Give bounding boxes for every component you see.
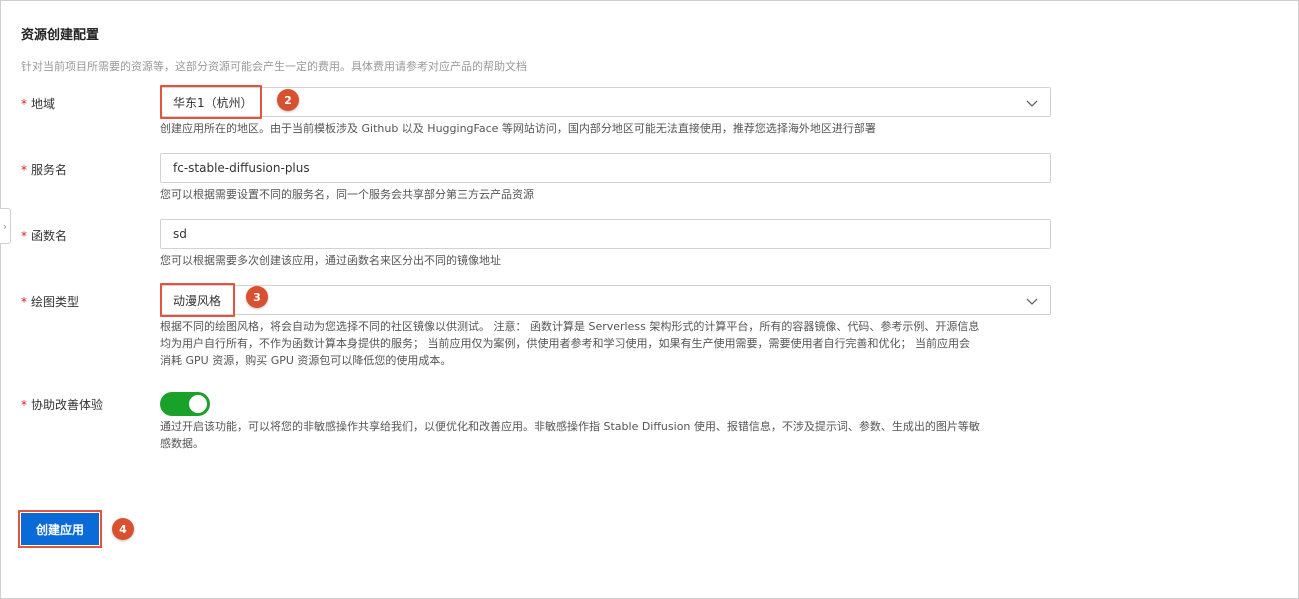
service-help: 您可以根据需要设置不同的服务名，同一个服务会共享部分第三方云产品资源 [160, 188, 534, 201]
improve-help-line-1: 通过开启该功能，可以将您的非敏感操作共享给我们，以便优化和改善应用。非敏感操作指… [160, 420, 980, 433]
required-mark: * [21, 163, 27, 177]
step-badge-2: 2 [277, 89, 299, 111]
required-mark: * [21, 97, 27, 111]
service-name-input[interactable]: fc-stable-diffusion-plus [160, 153, 1051, 183]
region-help: 创建应用所在的地区。由于当前模板涉及 Github 以及 HuggingFace… [160, 122, 876, 135]
function-label: * 函数名 [21, 229, 68, 243]
section-description: 针对当前项目所需要的资源等，这部分资源可能会产生一定的费用。具体费用请参考对应产… [21, 60, 527, 73]
required-mark: * [21, 229, 27, 243]
style-help-line-3: 消耗 GPU 资源，购买 GPU 资源包可以降低您的使用成本。 [160, 354, 452, 367]
chevron-down-icon [1026, 298, 1038, 305]
improve-label: * 协助改善体验 [21, 398, 104, 412]
region-label: * 地域 [21, 97, 56, 111]
function-name-input[interactable]: sd [160, 219, 1051, 249]
required-mark: * [21, 295, 27, 309]
required-mark: * [21, 398, 27, 412]
step-badge-4: 4 [112, 518, 134, 540]
create-app-button[interactable]: 创建应用 [21, 513, 99, 545]
collapse-handle[interactable]: › [0, 208, 11, 244]
function-name-value: sd [173, 227, 187, 241]
function-help: 您可以根据需要多次创建该应用，通过函数名来区分出不同的镜像地址 [160, 254, 501, 267]
style-help-line-1: 根据不同的绘图风格，将会自动为您选择不同的社区镜像以供测试。 注意： 函数计算是… [160, 320, 980, 333]
chevron-down-icon [1026, 100, 1038, 107]
highlight-box-region [160, 85, 262, 119]
service-name-value: fc-stable-diffusion-plus [173, 161, 310, 175]
section-title: 资源创建配置 [21, 28, 100, 43]
highlight-box-style [160, 283, 235, 317]
improve-help-line-2: 感数据。 [160, 437, 204, 450]
drawing-style-select[interactable]: 动漫风格 [160, 285, 1051, 315]
style-help-line-2: 均为用户自行所有，不作为函数计算本身提供的服务； 当前应用仅为案例，供使用者参考… [160, 337, 970, 350]
improve-toggle[interactable] [160, 392, 210, 416]
step-badge-3: 3 [246, 286, 268, 308]
toggle-knob [189, 395, 207, 413]
service-label: * 服务名 [21, 163, 68, 177]
style-label: * 绘图类型 [21, 295, 80, 309]
chevron-right-icon: › [2, 219, 8, 233]
